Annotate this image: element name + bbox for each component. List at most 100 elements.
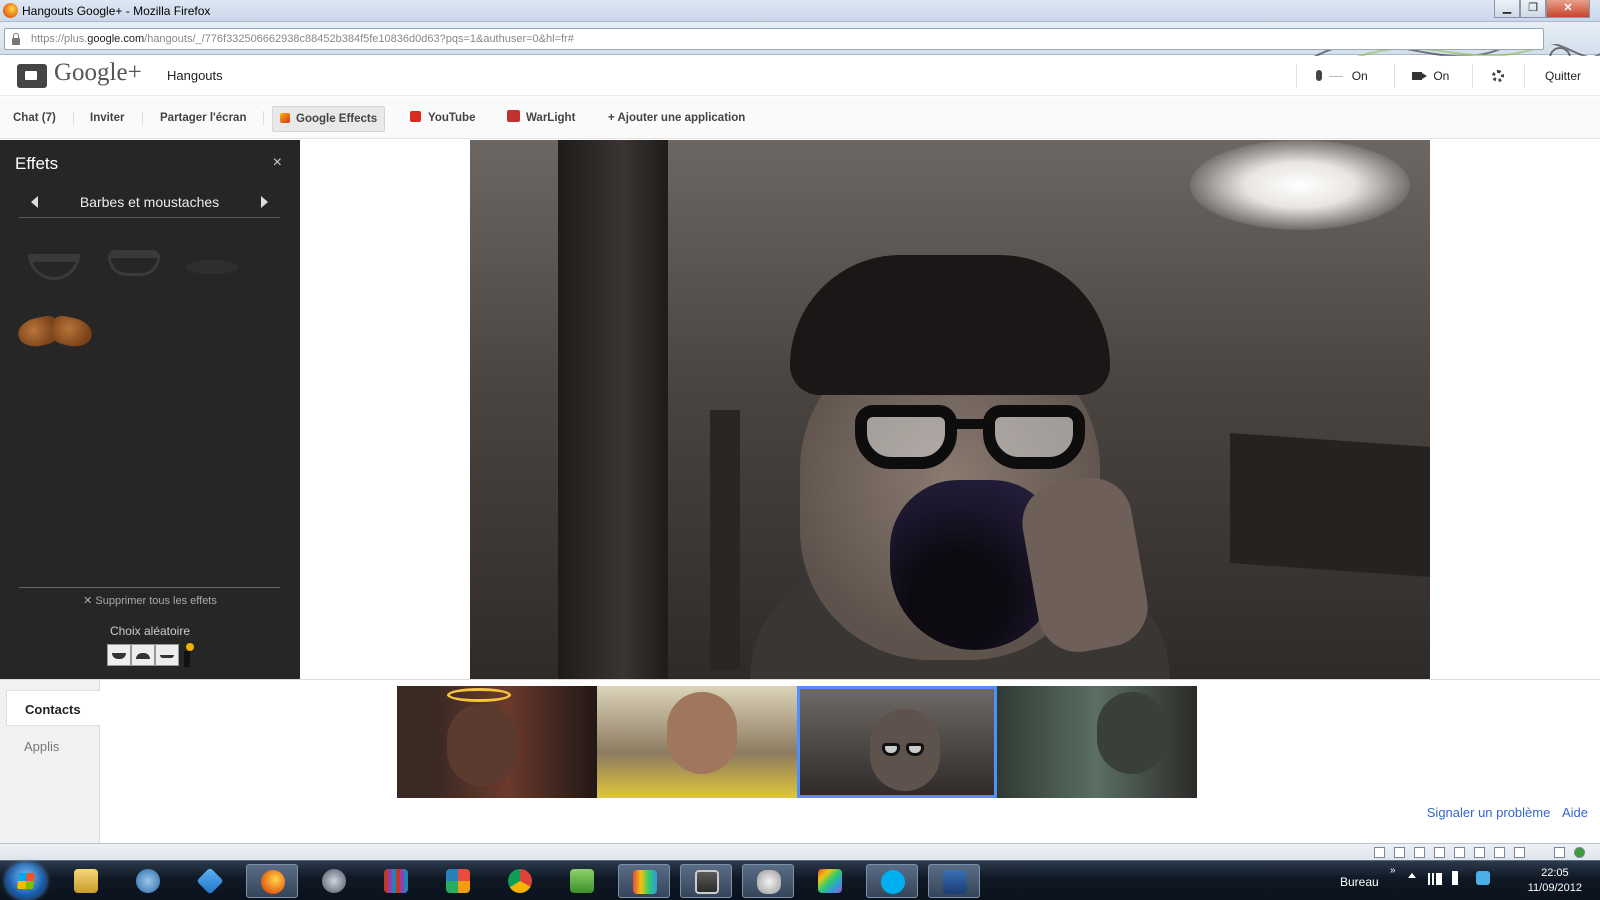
goatee-icon[interactable] <box>20 240 88 296</box>
close-window-button[interactable]: ✕ <box>1546 0 1590 18</box>
skype-icon[interactable] <box>866 864 918 898</box>
app-header: Google+ Hangouts On On Quitter <box>0 56 1600 96</box>
apps-toolbar: Chat (7) Inviter Partager l'écran Google… <box>0 97 1600 139</box>
effects-panel: Effets × Barbes et moustaches ✕ Supprime… <box>0 140 300 679</box>
help-link[interactable]: Aide <box>1562 805 1588 820</box>
youtube-button[interactable]: YouTube <box>410 108 475 128</box>
mic-toggle[interactable]: On <box>1316 66 1368 86</box>
clock-date: 11/09/2012 <box>1527 882 1582 894</box>
effects-divider <box>19 587 280 588</box>
participant-thumbnail[interactable] <box>997 686 1197 798</box>
network-icon[interactable] <box>1428 873 1442 885</box>
next-category-icon[interactable] <box>261 196 268 208</box>
share-screen-button[interactable]: Partager l'écran <box>160 108 246 128</box>
navigation-bar: https://plus.google.com/hangouts/_/776f3… <box>0 22 1600 77</box>
participant-thumbnail[interactable] <box>397 686 597 798</box>
evernote-icon[interactable] <box>556 864 608 898</box>
minimize-button[interactable]: ▁ <box>1494 0 1520 18</box>
toolbar-chevron-icon[interactable]: » <box>1390 865 1396 876</box>
warlight-button[interactable]: WarLight <box>507 108 575 128</box>
camera-toggle[interactable]: On <box>1412 66 1449 86</box>
close-effects-button[interactable]: × <box>273 154 282 172</box>
chat-icon[interactable] <box>122 864 174 898</box>
pencil-icon[interactable] <box>1394 847 1405 858</box>
participant-thumbnail-selected[interactable] <box>797 686 997 798</box>
volume-icon[interactable] <box>1452 871 1464 885</box>
steam-icon[interactable] <box>308 864 360 898</box>
clock[interactable]: 22:05 11/09/2012 <box>1528 866 1582 896</box>
firefox-icon[interactable] <box>246 864 298 898</box>
print-icon[interactable] <box>1454 847 1465 858</box>
background-picture <box>1230 433 1430 577</box>
tab-contacts[interactable]: Contacts <box>6 690 100 726</box>
side-tabs: Contacts Applis <box>0 680 100 844</box>
participant-face <box>667 692 737 774</box>
dropbox-icon[interactable] <box>184 864 236 898</box>
header-divider <box>1296 64 1297 88</box>
ceiling-light <box>1190 140 1410 230</box>
firefox-icon <box>3 3 18 18</box>
invite-button[interactable]: Inviter <box>90 108 125 128</box>
participant-face <box>1097 692 1167 774</box>
chrome-icon[interactable] <box>494 864 546 898</box>
sublime-icon[interactable] <box>680 864 732 898</box>
studio-icon[interactable] <box>618 864 670 898</box>
add-application-button[interactable]: + Ajouter une application <box>608 108 745 128</box>
thin-mustache-icon[interactable] <box>178 240 246 296</box>
undo-icon[interactable] <box>1474 847 1485 858</box>
addon-bar <box>0 843 1600 860</box>
google-effects-icon <box>280 113 290 123</box>
random-effect-thumb[interactable] <box>155 644 179 666</box>
header-divider <box>1472 64 1473 88</box>
powershell-icon[interactable] <box>928 864 980 898</box>
tools-icon[interactable] <box>1554 847 1565 858</box>
mic-status: On <box>1351 69 1368 83</box>
effects-category-nav: Barbes et moustaches <box>19 190 280 218</box>
microphone-icon <box>1316 70 1322 81</box>
remove-all-effects-link[interactable]: ✕ Supprimer tous les effets <box>0 594 300 607</box>
report-problem-link[interactable]: Signaler un problème <box>1427 805 1551 820</box>
library-icon[interactable] <box>370 864 422 898</box>
bookmark-icon[interactable] <box>1414 847 1425 858</box>
main-video-feed[interactable] <box>470 140 1430 679</box>
brown-mustache-icon[interactable] <box>16 314 94 362</box>
quit-button[interactable]: Quitter <box>1545 66 1581 86</box>
random-slot-icon <box>184 651 190 667</box>
random-effect-thumb[interactable] <box>107 644 131 666</box>
toolbar-divider <box>73 111 74 125</box>
save-icon[interactable] <box>1434 847 1445 858</box>
office-icon[interactable] <box>432 864 484 898</box>
glasses-effect <box>882 743 924 757</box>
restore-button[interactable]: ❐ <box>1520 0 1546 18</box>
window-icon[interactable] <box>1494 847 1505 858</box>
chat-button[interactable]: Chat (7) <box>13 108 56 128</box>
windows-taskbar: Bureau » 22:05 11/09/2012 <box>0 860 1600 900</box>
camera-status: On <box>1433 69 1450 83</box>
shield-icon[interactable] <box>1574 847 1585 858</box>
background-pole <box>558 140 668 679</box>
page-icon[interactable] <box>1374 847 1385 858</box>
desktop-toolbar-label[interactable]: Bureau <box>1340 875 1379 889</box>
tab-apps[interactable]: Applis <box>6 728 100 764</box>
mic-level-icon <box>1329 76 1344 77</box>
beard-icon[interactable] <box>100 236 168 292</box>
glasses-effect <box>855 405 1085 475</box>
game-icon[interactable] <box>742 864 794 898</box>
url-text: https://plus.google.com/hangouts/_/776f3… <box>31 33 574 45</box>
google-plus-logo[interactable]: Google+ <box>54 59 142 87</box>
check-icon[interactable] <box>1514 847 1525 858</box>
window-title: Hangouts Google+ - Mozilla Firefox <box>22 4 211 18</box>
url-field[interactable]: https://plus.google.com/hangouts/_/776f3… <box>4 28 1544 50</box>
participants-filmstrip <box>397 686 1201 800</box>
windows-explorer-icon[interactable] <box>60 864 112 898</box>
start-button[interactable] <box>6 863 46 899</box>
google-effects-button[interactable]: Google Effects <box>272 106 386 132</box>
random-effect-thumb[interactable] <box>131 644 155 666</box>
show-hidden-icons-icon[interactable] <box>1408 873 1416 878</box>
footer-links: Signaler un problème Aide <box>1419 805 1588 820</box>
window-titlebar: Hangouts Google+ - Mozilla Firefox ▁ ❐ ✕ <box>0 0 1600 22</box>
participant-thumbnail[interactable] <box>597 686 797 798</box>
sync-icon[interactable] <box>1476 871 1490 885</box>
settings-button[interactable] <box>1492 66 1504 86</box>
palette-icon[interactable] <box>804 864 856 898</box>
